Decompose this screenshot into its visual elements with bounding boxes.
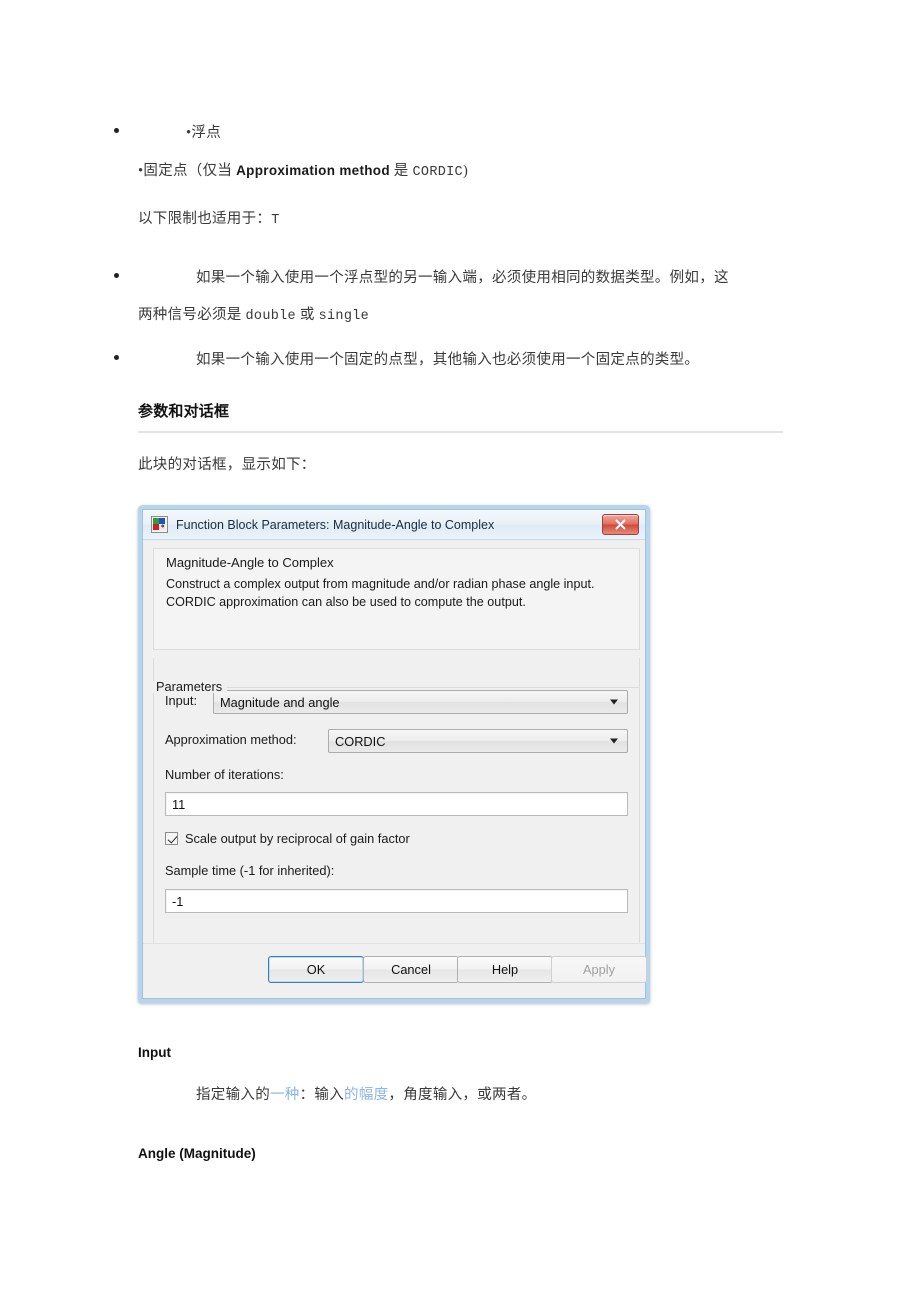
- dialog-title: Function Block Parameters: Magnitude-Ang…: [176, 517, 495, 532]
- bullet-float-point: •浮点: [186, 118, 221, 148]
- iterations-value: 11: [172, 796, 186, 812]
- iterations-row: Number of iterations:: [165, 767, 284, 782]
- double-mono: double: [245, 309, 296, 324]
- bullet-marker: [114, 273, 119, 278]
- bullet-fixed-point: •固定点（仅当 Approximation method 是 CORDIC): [138, 156, 468, 188]
- parameters-legend: Parameters: [153, 680, 228, 693]
- bullet-fixed-point-text: 如果一个输入使用一个固定的点型，其他输入也必须使用一个固定点的类型。: [196, 352, 700, 368]
- fixed-point-prefix: 固定点（仅当: [143, 163, 237, 179]
- input-dropdown-value: Magnitude and angle: [220, 694, 340, 710]
- bullet-same-datatype-text: 如果一个输入使用一个浮点型的另一输入端，必须使用相同的数据类型。例如，这: [196, 270, 729, 286]
- approximation-method-value: CORDIC: [335, 733, 386, 749]
- approximation-method-row: Approximation method:: [165, 732, 297, 747]
- sample-time-value: -1: [172, 893, 184, 909]
- input-row: Input:: [165, 693, 205, 708]
- input-desc-highlight-2: 的幅度: [344, 1087, 389, 1103]
- fixed-point-mid: 是: [389, 163, 413, 179]
- heading-divider: [138, 431, 783, 433]
- simulink-block-icon: [151, 516, 168, 533]
- cordic-mono: CORDIC: [412, 165, 463, 180]
- intro-text: 此块的对话框，显示如下：: [138, 457, 316, 473]
- dialog-titlebar[interactable]: Function Block Parameters: Magnitude-Ang…: [143, 510, 645, 540]
- block-description-text: Construct a complex output from magnitud…: [166, 577, 595, 609]
- help-button[interactable]: Help: [457, 956, 553, 983]
- input-desc-e: ，角度输入，或两者。: [388, 1087, 537, 1103]
- note-text: 以下限制也适用于：: [138, 211, 272, 227]
- input-dropdown[interactable]: Magnitude and angle: [213, 690, 628, 714]
- bullet-same-datatype-line2: 两种信号必须是 double 或 single: [138, 300, 369, 332]
- bullet-float-text: 浮点: [191, 125, 221, 141]
- approximation-method-bold: Approximation method: [236, 163, 390, 178]
- note-mono: T: [271, 213, 280, 228]
- input-desc-c: ：输入: [299, 1087, 345, 1103]
- bullet-fixed-point-types: 如果一个输入使用一个固定的点型，其他输入也必须使用一个固定点的类型。: [196, 345, 816, 375]
- block-description-panel: Magnitude-Angle to Complex Construct a c…: [153, 548, 640, 650]
- heading-angle-magnitude: Angle (Magnitude): [138, 1146, 256, 1161]
- iterations-label: Number of iterations:: [165, 767, 284, 782]
- apply-button: Apply: [551, 956, 647, 983]
- sample-time-row: Sample time (-1 for inherited):: [165, 863, 334, 878]
- group-border-right: [227, 687, 640, 688]
- iterations-input[interactable]: 11: [165, 792, 628, 816]
- bullet-same-datatype-line1: 如果一个输入使用一个浮点型的另一输入端，必须使用相同的数据类型。例如，这: [196, 263, 796, 293]
- bullet-marker: [114, 128, 119, 133]
- input-desc-highlight-1: 一种: [270, 1087, 300, 1103]
- cancel-button[interactable]: Cancel: [363, 956, 459, 983]
- input-label: Input:: [165, 693, 198, 708]
- block-name-label: Magnitude-Angle to Complex: [166, 555, 334, 570]
- bullet-marker: [114, 355, 119, 360]
- note-line: 以下限制也适用于：T: [138, 204, 280, 236]
- line2-mid: 或: [295, 307, 319, 323]
- dialog-inner-frame: Function Block Parameters: Magnitude-Ang…: [142, 509, 647, 999]
- approximation-method-label: Approximation method:: [165, 732, 297, 747]
- chevron-down-icon: [610, 699, 618, 705]
- dialog-button-bar: OK Cancel Help Apply: [143, 943, 647, 998]
- scale-output-label: Scale output by reciprocal of gain facto…: [185, 831, 410, 846]
- section-heading: 参数和对话框: [138, 403, 230, 420]
- line2-prefix: 两种信号必须是: [138, 307, 246, 323]
- checkmark-icon: [165, 832, 178, 845]
- sample-time-input[interactable]: -1: [165, 889, 628, 913]
- chevron-down-icon: [610, 738, 618, 744]
- single-mono: single: [318, 309, 370, 324]
- approximation-method-dropdown[interactable]: CORDIC: [328, 729, 628, 753]
- fixed-point-suffix: ): [462, 163, 469, 179]
- scale-output-checkbox[interactable]: Scale output by reciprocal of gain facto…: [165, 831, 410, 846]
- sample-time-label: Sample time (-1 for inherited):: [165, 863, 335, 878]
- input-description: 指定输入的一种：输入的幅度，角度输入，或两者。: [196, 1080, 536, 1110]
- heading-input: Input: [138, 1045, 171, 1060]
- close-icon[interactable]: [602, 514, 639, 535]
- document-page: •浮点 •固定点（仅当 Approximation method 是 CORDI…: [0, 0, 920, 1302]
- ok-button[interactable]: OK: [268, 956, 364, 983]
- function-block-parameters-dialog: Function Block Parameters: Magnitude-Ang…: [138, 505, 650, 1003]
- input-desc-a: 指定输入的: [196, 1087, 270, 1103]
- dialog-body: Magnitude-Angle to Complex Construct a c…: [143, 540, 647, 998]
